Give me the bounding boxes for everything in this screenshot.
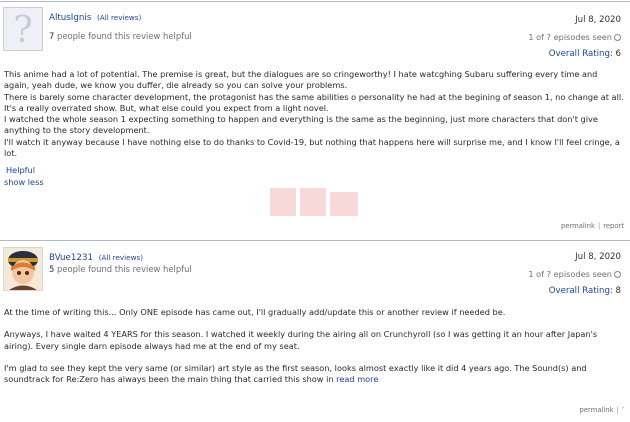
show-less-link[interactable]: show less	[4, 177, 44, 187]
review-header: BVue1231 (All reviews) 5 people found th…	[0, 240, 630, 300]
episodes-seen: 1 of ? episodes seen	[528, 266, 621, 283]
read-more-link[interactable]: read more	[336, 374, 378, 384]
overall-rating: Overall Rating: 8	[528, 283, 621, 300]
report-link[interactable]: ’	[622, 406, 624, 414]
review-2: BVue1231 (All reviews) 5 people found th…	[0, 240, 630, 422]
review-paragraph: There is barely some character developme…	[4, 91, 624, 102]
review-paragraph-text: I'm glad to see they kept the very same …	[4, 362, 587, 385]
review-meta: Jul 8, 2020 1 of ? episodes seen Overall…	[528, 249, 621, 300]
review-paragraph: I watched the whole season 1 expecting s…	[4, 114, 598, 136]
rating-label: Overall Rating:	[548, 49, 613, 59]
permalink-link[interactable]: permalink	[561, 222, 595, 230]
rating-label: Overall Rating:	[548, 286, 613, 296]
report-link[interactable]: report	[603, 222, 624, 230]
review-paragraph: It's a really overrated show. But, what …	[4, 102, 329, 113]
review-body: At the time of writing this... Only ONE …	[0, 307, 630, 385]
overall-rating: Overall Rating: 6	[528, 46, 621, 63]
helpful-count: 5 people found this review helpful	[49, 264, 192, 274]
helpful-button[interactable]: Helpful	[6, 165, 625, 176]
all-reviews-link[interactable]: (All reviews)	[99, 253, 143, 262]
default-avatar-icon[interactable]: ?	[3, 7, 43, 51]
review-footer: permalink |’	[580, 406, 630, 414]
episodes-text: 1 of ? episodes seen	[528, 269, 612, 279]
episodes-icon[interactable]	[614, 34, 621, 41]
helpful-number: 7	[49, 31, 55, 41]
rating-value: 6	[615, 49, 621, 59]
username[interactable]: BVue1231	[49, 253, 93, 263]
review-body: This anime had a lot of potential. The p…	[0, 69, 630, 188]
svg-text:?: ?	[13, 10, 32, 50]
review-paragraph: Anyways, I have waited 4 YEARS for this …	[4, 329, 598, 351]
episodes-seen: 1 of ? episodes seen	[528, 29, 621, 46]
user-line: AltusIgnis (All reviews)	[49, 12, 141, 23]
helpful-text: people found this review helpful	[57, 31, 192, 41]
review-date: Jul 8, 2020	[575, 252, 621, 262]
footer-separator: |	[597, 222, 601, 230]
helpful-count: 7 people found this review helpful	[49, 31, 192, 41]
username[interactable]: AltusIgnis	[49, 13, 91, 23]
episodes-icon[interactable]	[614, 271, 621, 278]
watermark-logo	[270, 188, 358, 216]
review-paragraph: I'm glad to see they kept the very same …	[4, 363, 625, 386]
anime-avatar-icon[interactable]	[3, 247, 43, 291]
review-paragraph: I'll watch it anyway because I have noth…	[4, 136, 620, 159]
helpful-text: people found this review helpful	[57, 264, 192, 274]
review-footer: permalink | report	[561, 222, 630, 230]
review-header: ? AltusIgnis (All reviews) 7 people foun…	[0, 0, 630, 60]
all-reviews-link[interactable]: (All reviews)	[97, 13, 141, 22]
footer-separator: |	[616, 406, 619, 414]
episodes-text: 1 of ? episodes seen	[528, 32, 612, 42]
review-1: ? AltusIgnis (All reviews) 7 people foun…	[0, 0, 630, 240]
permalink-link[interactable]: permalink	[580, 406, 614, 414]
review-paragraph: This anime had a lot of potential. The p…	[4, 69, 598, 91]
rating-value: 8	[615, 286, 621, 296]
user-line: BVue1231 (All reviews)	[49, 252, 143, 263]
helpful-number: 5	[49, 264, 55, 274]
review-date: Jul 8, 2020	[575, 15, 621, 25]
review-paragraph: At the time of writing this... Only ONE …	[4, 307, 506, 317]
review-meta: Jul 8, 2020 1 of ? episodes seen Overall…	[528, 12, 621, 63]
